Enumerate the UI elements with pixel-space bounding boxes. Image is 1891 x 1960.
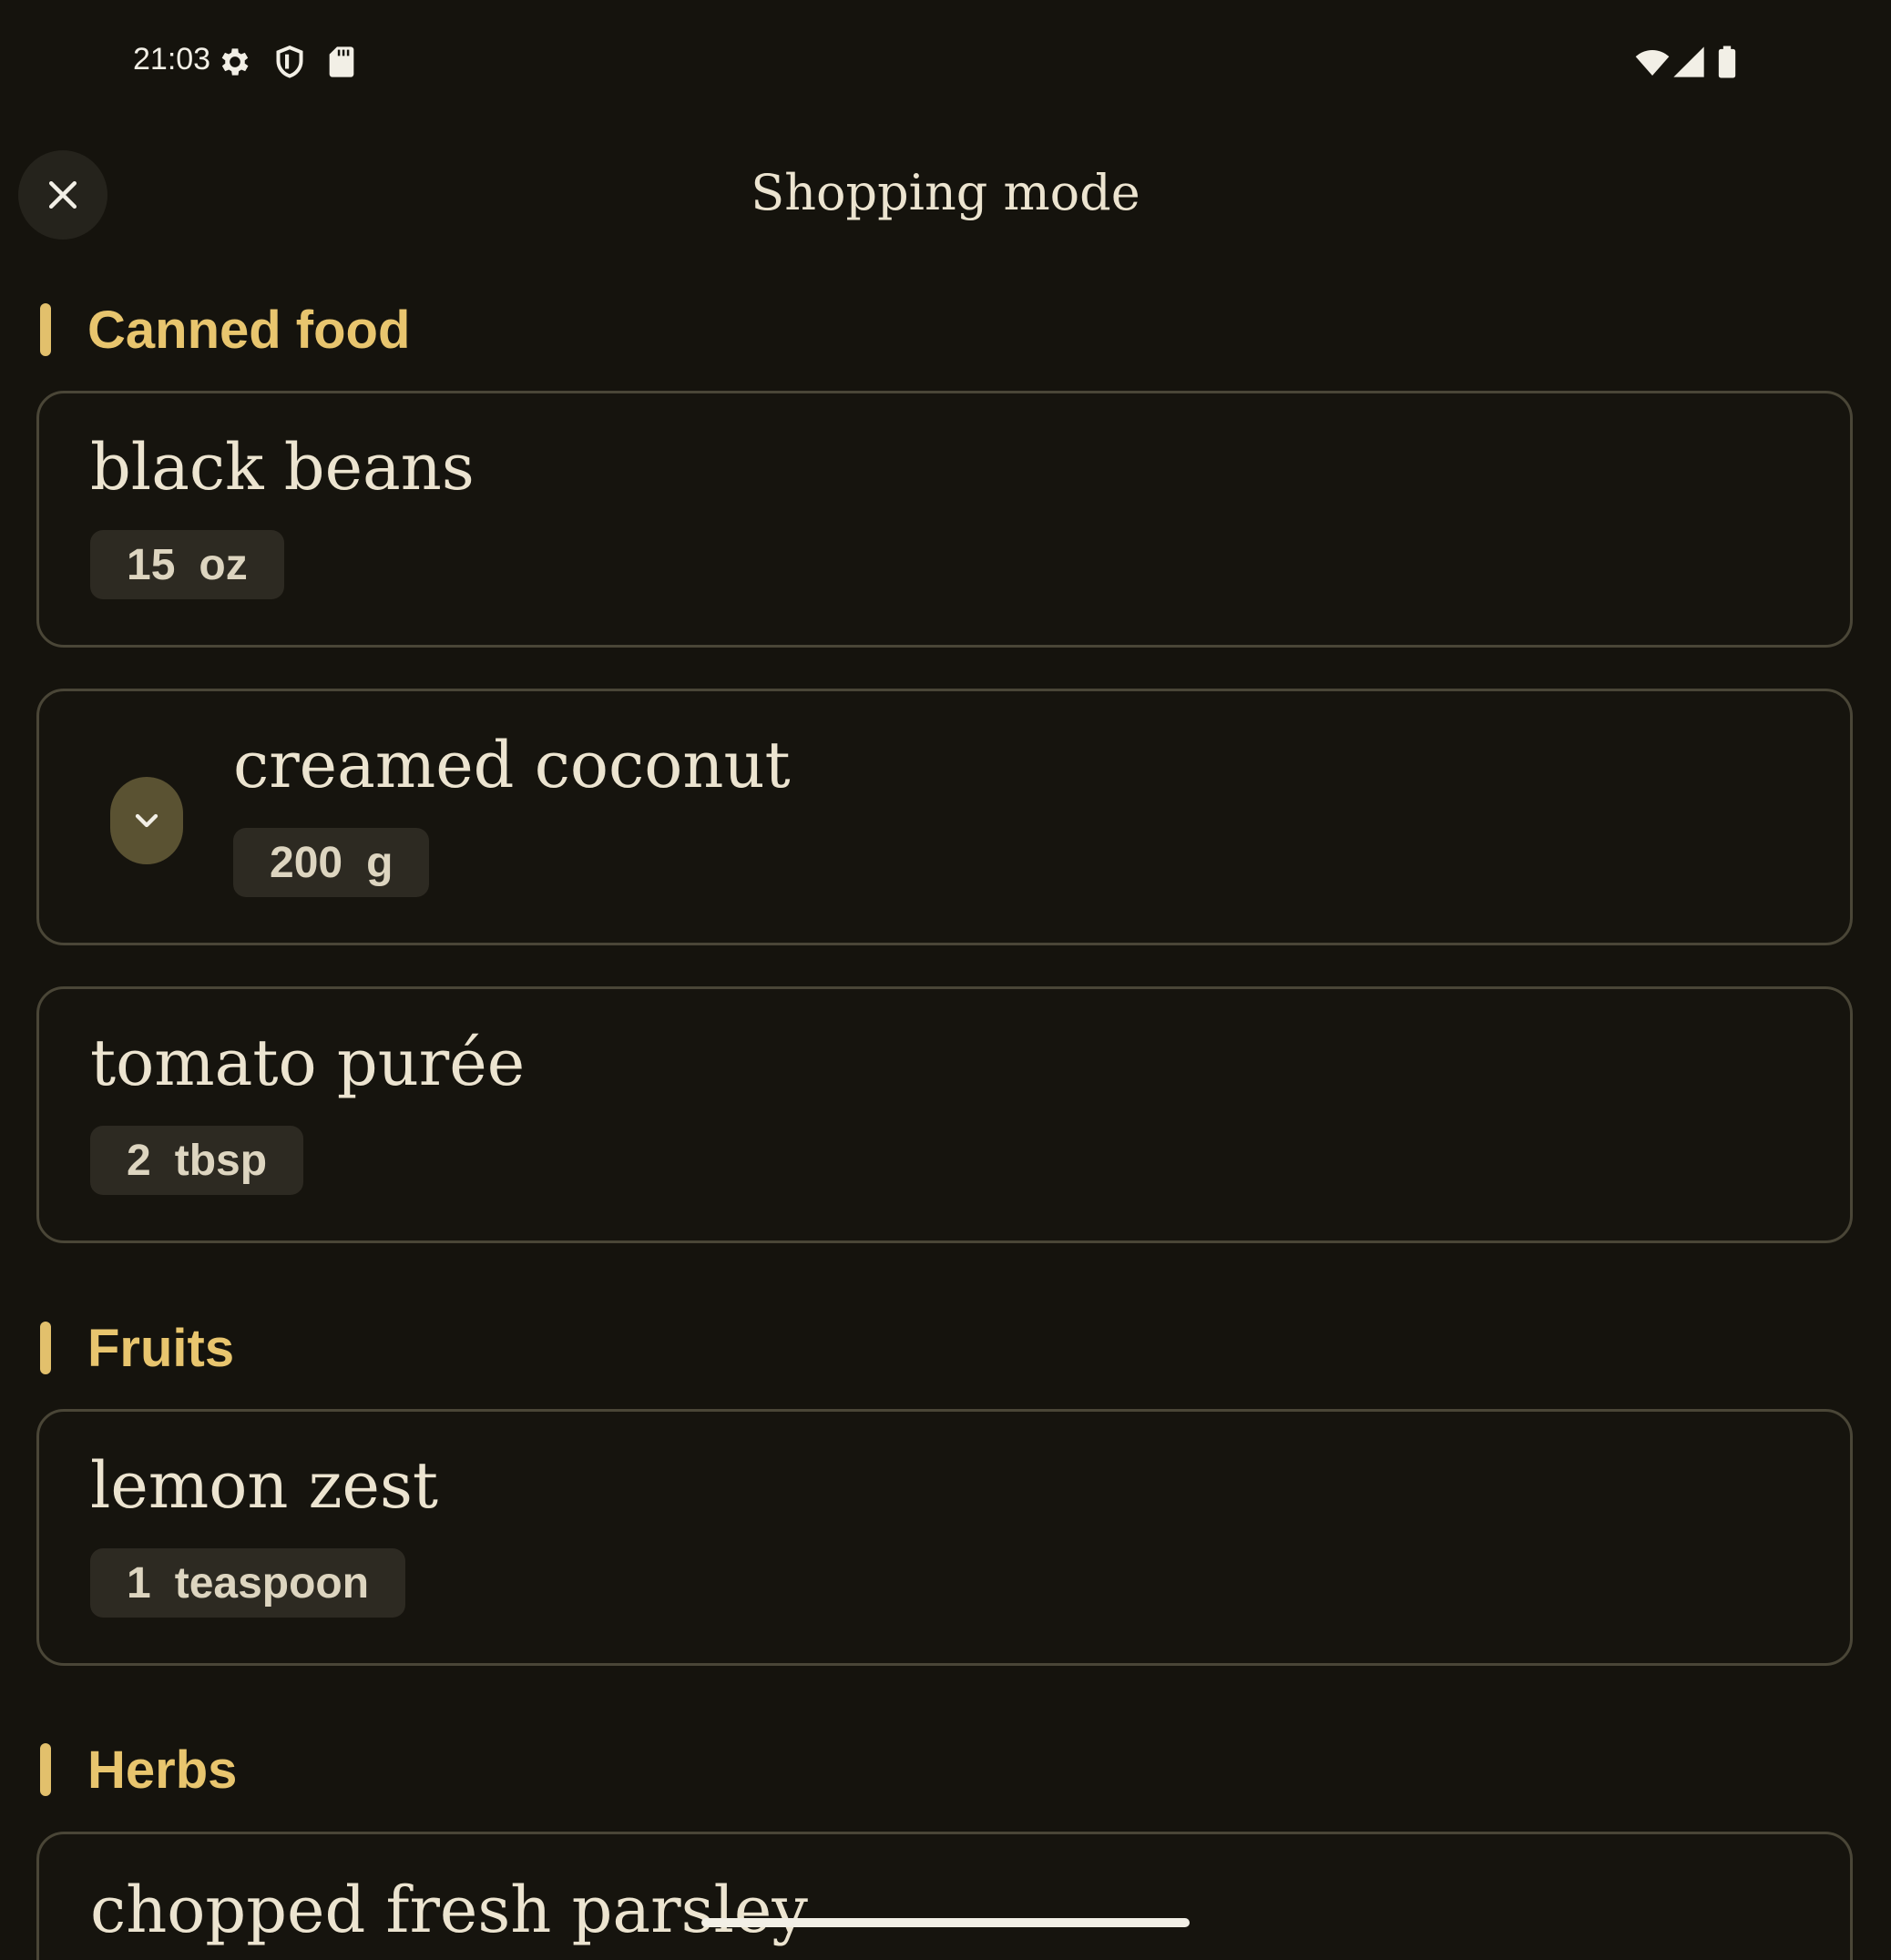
battery-icon (1709, 44, 1745, 80)
gear-icon (217, 44, 253, 80)
quantity-unit: oz (199, 540, 248, 589)
section-title: Canned food (87, 300, 411, 360)
item-name: creamed coconut (233, 728, 791, 802)
quantity-amount: 1 (127, 1558, 151, 1608)
page-title: Shopping mode (751, 164, 1140, 221)
section-title: Fruits (87, 1318, 235, 1378)
item-card-chopped-fresh-parsley[interactable]: chopped fresh parsley (36, 1832, 1853, 1960)
cellular-signal-icon (1671, 44, 1707, 80)
section-accent-bar (40, 1743, 51, 1796)
section-title: Herbs (87, 1740, 238, 1800)
quantity-amount: 200 (270, 838, 343, 887)
quantity-unit: g (366, 838, 394, 887)
section-header-fruits: Fruits (40, 1319, 234, 1378)
quantity-unit: tbsp (174, 1136, 268, 1185)
item-name: chopped fresh parsley (90, 1873, 808, 1947)
chevron-down-icon (135, 813, 158, 828)
wifi-icon (1634, 44, 1671, 80)
item-card-black-beans[interactable]: black beans 15 oz (36, 391, 1853, 648)
section-accent-bar (40, 303, 51, 356)
item-name: lemon zest (90, 1448, 439, 1523)
quantity-unit: teaspoon (174, 1558, 370, 1608)
quantity-chip: 200 g (233, 828, 430, 897)
item-card-lemon-zest[interactable]: lemon zest 1 teaspoon (36, 1409, 1853, 1666)
quantity-chip: 15 oz (90, 530, 284, 599)
sd-card-icon (323, 44, 360, 80)
status-bar: 21:03 (0, 0, 1891, 118)
shield-icon (271, 44, 308, 80)
quantity-amount: 2 (127, 1136, 151, 1185)
section-header-herbs: Herbs (40, 1741, 237, 1800)
item-name: black beans (90, 430, 475, 505)
quantity-amount: 15 (127, 540, 176, 589)
expand-toggle-button[interactable] (110, 777, 183, 864)
section-header-canned-food: Canned food (40, 301, 410, 360)
quantity-chip: 1 teaspoon (90, 1548, 406, 1618)
quantity-chip: 2 tbsp (90, 1126, 304, 1195)
status-time: 21:03 (133, 42, 211, 77)
item-name: tomato purée (90, 1026, 526, 1100)
home-indicator[interactable] (701, 1918, 1190, 1927)
section-accent-bar (40, 1322, 51, 1374)
item-card-creamed-coconut[interactable]: creamed coconut 200 g (36, 689, 1853, 945)
item-card-tomato-puree[interactable]: tomato purée 2 tbsp (36, 986, 1853, 1243)
